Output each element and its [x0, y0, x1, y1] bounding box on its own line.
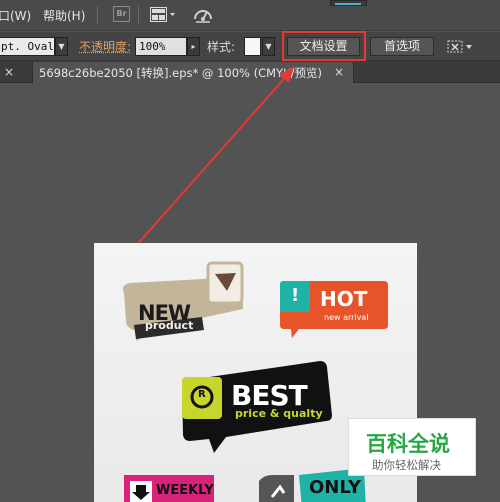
- watermark-subtitle: 助你轻松解决: [372, 458, 441, 472]
- sticker-only-text: ONLY: [309, 477, 362, 498]
- brush-dropdown-chevron-icon[interactable]: ▼: [55, 37, 68, 56]
- arrange-documents-icon[interactable]: [150, 7, 176, 23]
- menu-separator: [97, 6, 98, 24]
- document-tab-label: 5698c26be2050 [转换].eps* @ 100% (CMYK/预览): [39, 66, 322, 80]
- sticker-product-text: product: [145, 319, 194, 332]
- style-dropdown-chevron-icon[interactable]: ▼: [262, 37, 275, 56]
- sticker-hot-text: HOT: [320, 287, 368, 311]
- window-controls[interactable]: [330, 0, 367, 6]
- style-label: 样式:: [207, 40, 236, 54]
- menu-window[interactable]: 口(W): [0, 7, 31, 24]
- watermark-title: 百科全说: [366, 432, 450, 456]
- sticker-weekly-text: WEEKLY: [156, 483, 214, 498]
- graphic-style-swatch[interactable]: [244, 37, 261, 56]
- menu-separator: [138, 6, 139, 24]
- document-tab[interactable]: 5698c26be2050 [转换].eps* @ 100% (CMYK/预览): [32, 62, 354, 83]
- sticker-new-arrival-text: new arrival: [324, 313, 369, 322]
- document-tab-close-icon[interactable]: ×: [334, 65, 344, 79]
- highlight-box: [282, 31, 366, 61]
- isolate-object-icon[interactable]: [446, 38, 474, 56]
- watermark-logo: 百科全说 助你轻松解决: [348, 418, 476, 476]
- opacity-slider-arrow-icon[interactable]: ▸: [187, 37, 200, 56]
- sticker-price-quality-text: price & qualty: [235, 407, 323, 420]
- sticker-exclaim-text: !: [291, 285, 300, 306]
- bridge-button[interactable]: Br: [113, 6, 130, 22]
- menu-help[interactable]: 帮助(H): [43, 7, 85, 24]
- gpu-performance-icon[interactable]: [192, 6, 214, 24]
- brush-definition-field[interactable]: pt. Oval: [0, 37, 55, 56]
- opacity-field[interactable]: 100%: [135, 37, 187, 56]
- sticker-r-text: R: [198, 389, 206, 400]
- preferences-button[interactable]: 首选项: [370, 37, 434, 56]
- previous-tab-close-icon[interactable]: ×: [4, 65, 14, 79]
- opacity-label[interactable]: 不透明度:: [79, 38, 131, 55]
